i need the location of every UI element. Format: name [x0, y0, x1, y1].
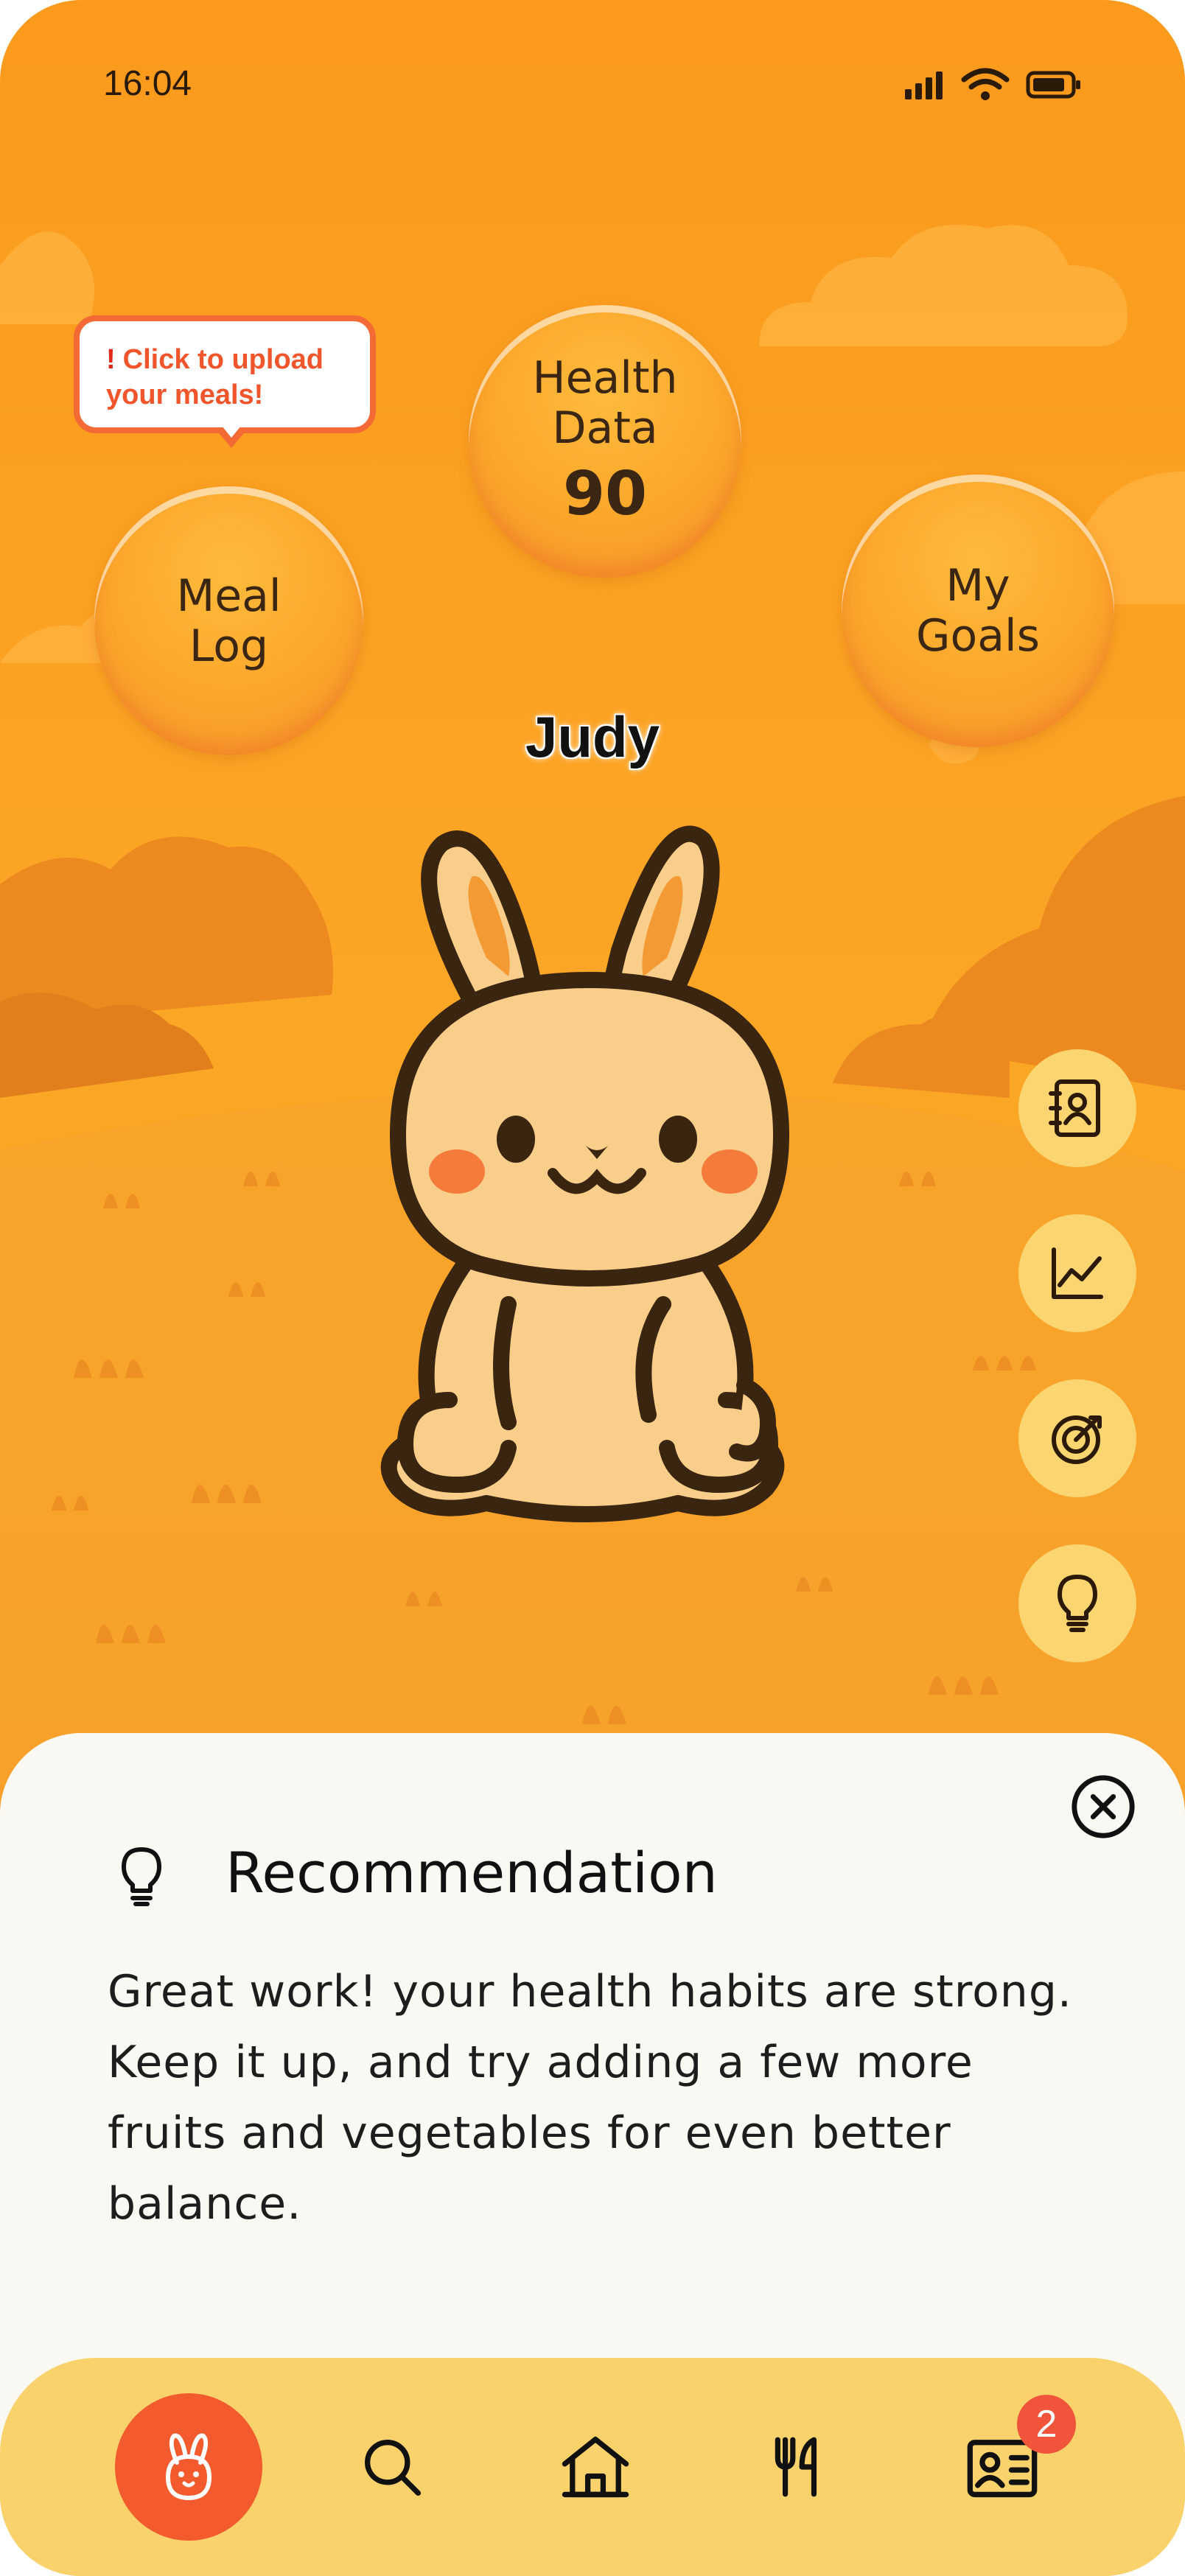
- tab-home[interactable]: [522, 2393, 669, 2541]
- tab-meals[interactable]: [725, 2393, 873, 2541]
- recommendation-body: Great work! your health habits are stron…: [108, 1966, 1072, 2230]
- notification-badge: 2: [1017, 2395, 1076, 2454]
- meal-log-label: Meal Log: [176, 570, 282, 672]
- meal-log-bubble[interactable]: Meal Log: [94, 486, 363, 755]
- utensils-icon: [775, 2437, 817, 2497]
- tab-pet-active-indicator: [115, 2393, 262, 2541]
- tab-pet[interactable]: [115, 2393, 262, 2541]
- close-icon[interactable]: [1069, 1772, 1138, 1841]
- chart-icon: [1052, 1247, 1103, 1299]
- pet-name: Judy: [525, 704, 660, 769]
- health-data-value: 90: [562, 459, 648, 529]
- bushes-dark: [0, 993, 214, 1098]
- target-icon: [1052, 1415, 1102, 1464]
- alert-icon: !: [106, 344, 116, 375]
- wifi-icon: [961, 68, 1010, 100]
- signal-icon: [905, 71, 943, 99]
- tab-search[interactable]: [318, 2393, 466, 2541]
- recommendation-title: Recommendation: [226, 1840, 718, 1905]
- health-data-label: Health Data: [532, 352, 678, 454]
- search-icon: [365, 2440, 422, 2496]
- contacts-button[interactable]: [1018, 1049, 1136, 1167]
- app-screen: 16:04 ! Click to upload your meals! Meal…: [0, 0, 1185, 2576]
- background-scenery: [0, 225, 1185, 1805]
- health-data-bubble[interactable]: Health Data 90: [469, 305, 741, 578]
- bunny-icon: [165, 2433, 212, 2501]
- my-goals-bubble[interactable]: My Goals: [842, 475, 1114, 747]
- my-goals-label: My Goals: [916, 560, 1040, 662]
- status-icons: [903, 68, 1082, 102]
- stats-button[interactable]: [1018, 1214, 1136, 1332]
- upload-tooltip[interactable]: ! Click to upload your meals!: [74, 315, 376, 433]
- tips-button[interactable]: [1018, 1544, 1136, 1662]
- tooltip-tail-inner: [222, 426, 241, 438]
- target-button[interactable]: [1018, 1379, 1136, 1497]
- home-icon: [562, 2436, 629, 2498]
- lightbulb-icon: [1058, 1575, 1097, 1632]
- status-time: 16:04: [103, 64, 192, 103]
- battery-icon: [1026, 71, 1080, 99]
- status-bar: 16:04: [0, 0, 1185, 147]
- lightbulb-icon: [122, 1847, 161, 1906]
- tooltip-text: Click to upload your meals!: [106, 344, 324, 410]
- contacts-book-icon: [1049, 1079, 1100, 1137]
